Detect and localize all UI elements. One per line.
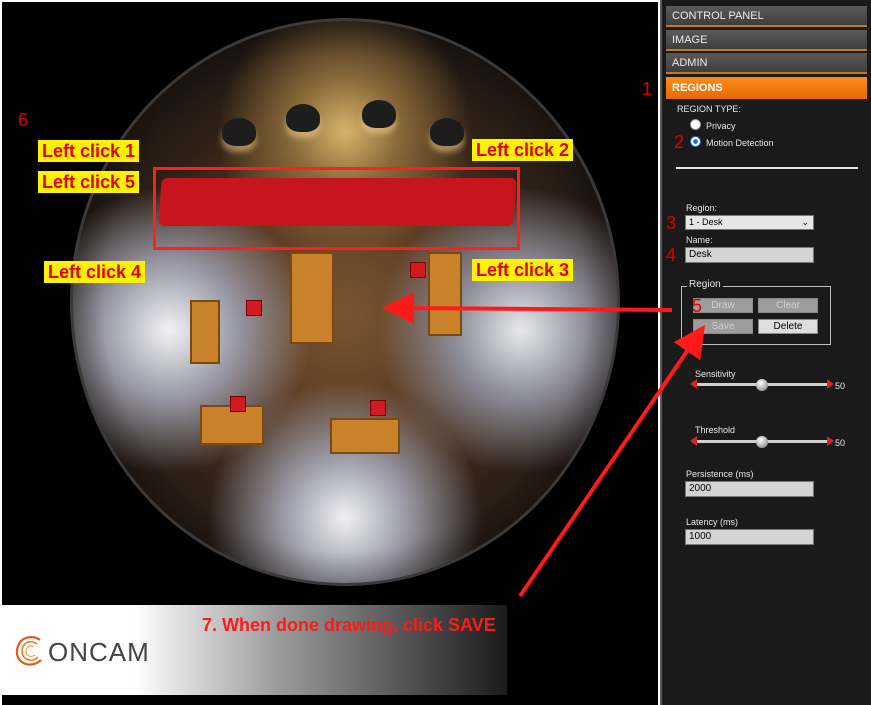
pendant-lamp — [222, 118, 256, 146]
threshold-label: Threshold — [695, 425, 736, 435]
region-select-value: 1 - Desk — [689, 217, 723, 227]
fisheye-image[interactable] — [70, 18, 620, 586]
radio-privacy-label: Privacy — [706, 121, 736, 131]
sensitivity-thumb[interactable] — [756, 379, 768, 391]
callout-left-click-1: Left click 1 — [38, 140, 140, 162]
callout-left-click-3: Left click 3 — [472, 259, 574, 281]
sensitivity-decrease-icon[interactable] — [690, 379, 697, 389]
threshold-increase-icon[interactable] — [827, 436, 834, 446]
table — [428, 252, 462, 336]
step-number-1: 1 — [642, 79, 653, 99]
threshold-thumb[interactable] — [756, 436, 768, 448]
chair — [410, 262, 426, 278]
table — [290, 252, 334, 344]
chair — [246, 300, 262, 316]
delete-button[interactable]: Delete — [758, 319, 818, 334]
step-number-2: 2 — [674, 132, 685, 152]
table — [330, 418, 400, 454]
latency-input[interactable]: 1000 — [685, 529, 814, 545]
sensitivity-label: Sensitivity — [695, 369, 736, 379]
menu-image[interactable]: IMAGE — [666, 30, 867, 51]
persistence-label: Persistence (ms) — [686, 469, 754, 479]
oncam-logo-icon — [15, 636, 42, 666]
radio-privacy[interactable] — [690, 119, 701, 130]
table — [190, 300, 220, 364]
pendant-lamp — [430, 118, 464, 146]
persistence-input[interactable]: 2000 — [685, 481, 814, 497]
callout-left-click-5: Left click 5 — [38, 171, 140, 193]
threshold-value: 50 — [835, 438, 846, 448]
pendant-lamp — [362, 100, 396, 128]
chevron-down-icon: ⌄ — [801, 217, 809, 227]
menu-control-panel[interactable]: CONTROL PANEL — [666, 6, 867, 27]
clear-button[interactable]: Clear — [758, 298, 818, 313]
step-number-6: 6 — [18, 110, 29, 130]
chair — [230, 396, 246, 412]
menu-admin[interactable]: ADMIN — [666, 53, 867, 74]
drawn-region-rectangle — [153, 167, 520, 250]
instruction-text: 7. When done drawing, click SAVE — [202, 615, 496, 635]
callout-left-click-4: Left click 4 — [44, 261, 146, 283]
region-group-legend: Region — [687, 279, 723, 290]
radio-motion-detection-label: Motion Detection — [706, 138, 774, 148]
region-type-heading: REGION TYPE: — [677, 104, 741, 114]
region-select[interactable]: 1 - Desk ⌄ — [685, 215, 814, 230]
step-number-5: 5 — [692, 296, 703, 316]
menu-regions[interactable]: REGIONS — [666, 77, 867, 99]
step-number-3: 3 — [666, 213, 677, 233]
oncam-logo-text: ONCAM — [48, 637, 150, 667]
callout-left-click-2: Left click 2 — [472, 139, 574, 161]
region-group-box — [681, 286, 831, 345]
chair — [370, 400, 386, 416]
region-select-label: Region: — [686, 203, 718, 213]
save-button[interactable]: Save — [693, 319, 753, 334]
radio-motion-detection[interactable] — [690, 136, 701, 147]
pendant-lamp — [286, 104, 320, 132]
name-input[interactable]: Desk — [685, 247, 814, 263]
divider — [676, 167, 858, 169]
sensitivity-increase-icon[interactable] — [827, 379, 834, 389]
sensitivity-value: 50 — [835, 381, 846, 391]
latency-label: Latency (ms) — [686, 517, 739, 527]
threshold-decrease-icon[interactable] — [690, 436, 697, 446]
step-number-4: 4 — [666, 245, 677, 265]
name-field-label: Name: — [686, 235, 713, 245]
